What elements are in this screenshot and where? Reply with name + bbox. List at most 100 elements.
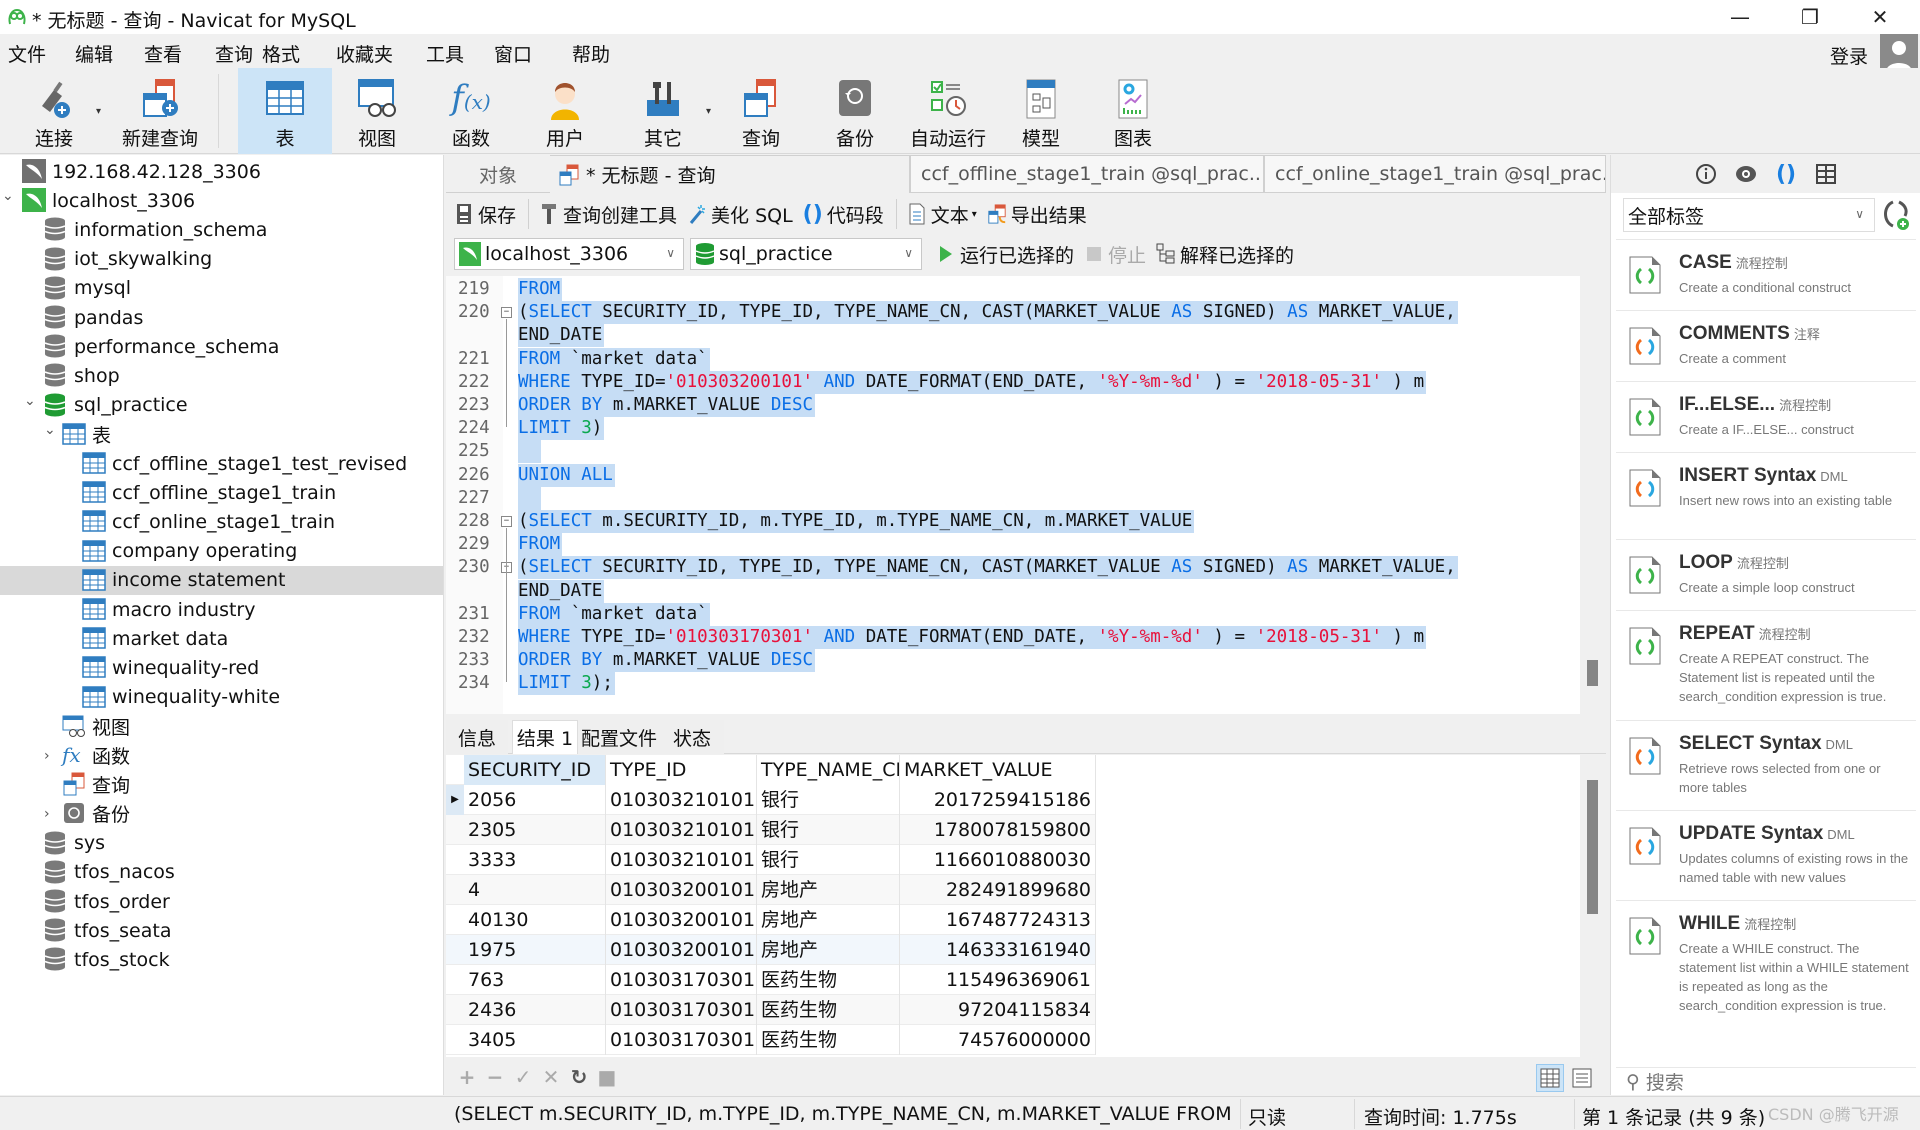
tree-item-tables-folder[interactable]: ⌄ 表 [0, 420, 443, 449]
refresh-button[interactable]: ↻ [566, 1064, 592, 1090]
snippet-item[interactable]: LOOP 流程控制 Create a simple loop construct [1616, 539, 1916, 610]
grid-cell[interactable]: 医药生物 [757, 1025, 900, 1055]
discard-changes-button[interactable]: ✕ [538, 1064, 564, 1090]
apply-changes-button[interactable]: ✓ [510, 1064, 536, 1090]
tree-item-database[interactable]: tfos_nacos [0, 858, 443, 887]
grid-cell[interactable]: 010303200101 [606, 935, 757, 965]
tree-item-database[interactable]: sys [0, 829, 443, 858]
snippet-item[interactable]: SELECT Syntax DML Retrieve rows selected f… [1616, 720, 1916, 810]
query-builder-button[interactable]: 查询创建工具 [539, 201, 677, 228]
tree-item-backups-folder[interactable]: › 备份 [0, 799, 443, 828]
fold-toggle-icon[interactable]: − [501, 307, 512, 319]
snippet-item[interactable]: REPEAT 流程控制 Create A REPEAT construct. The… [1616, 610, 1916, 720]
grid-cell[interactable]: 146333161940 [900, 935, 1096, 965]
connect-dropdown-icon[interactable]: ▾ [96, 106, 101, 117]
grid-scrollbar[interactable] [1580, 755, 1606, 1057]
other-button[interactable]: 其它 [618, 68, 708, 154]
model-button[interactable]: 模型 [996, 68, 1086, 154]
menu-window[interactable]: 窗口 [494, 40, 532, 67]
tree-item-database[interactable]: tfos_stock [0, 945, 443, 974]
grid-cell[interactable]: 010303170301 [606, 1025, 757, 1055]
export-results-button[interactable]: 导出结果 [987, 201, 1087, 228]
code-snippet-button[interactable]: () 代码段 [803, 201, 884, 228]
stop-fetch-button[interactable]: ■ [594, 1064, 620, 1090]
tree-item-table[interactable]: company operating [0, 537, 443, 566]
menu-query[interactable]: 查询 [215, 40, 253, 67]
tag-filter-select[interactable]: 全部标签 ∨ [1623, 198, 1875, 232]
menu-edit[interactable]: 编辑 [75, 40, 113, 67]
avatar[interactable] [1880, 34, 1918, 72]
grid-cell[interactable]: 银行 [757, 785, 900, 815]
grid-cell[interactable]: 115496369061 [900, 965, 1096, 995]
grid-cell[interactable]: 010303210101 [606, 785, 757, 815]
tab-result-1[interactable]: 结果 1 [512, 720, 578, 754]
grid-cell[interactable]: 2436 [464, 995, 606, 1025]
tree-item-database[interactable]: mysql [0, 274, 443, 303]
grid-cell[interactable]: 763 [464, 965, 606, 995]
stop-button[interactable]: 停止 [1084, 241, 1146, 268]
tab-untitled-query[interactable]: * 无标题 - 查询 [550, 155, 910, 193]
grid-cell[interactable]: 房地产 [757, 875, 900, 905]
run-selected-button[interactable]: 运行已选择的 [936, 241, 1074, 268]
grid-cell[interactable]: 银行 [757, 845, 900, 875]
tree-item-connection-gray[interactable]: 192.168.42.128_3306 [0, 157, 443, 186]
chevron-down-icon[interactable]: ⌄ [24, 393, 38, 409]
tree-item-database[interactable]: information_schema [0, 215, 443, 244]
grid-view-button[interactable] [1536, 1064, 1564, 1092]
tab-objects[interactable]: 对象 [446, 155, 550, 193]
database-select[interactable]: sql_practice ∨ [690, 238, 922, 270]
auto-run-button[interactable]: 自动运行 [900, 68, 996, 154]
menu-help[interactable]: 帮助 [572, 40, 610, 67]
tree-item-table[interactable]: winequality-red [0, 653, 443, 682]
table-row[interactable]: ▶ 2056 010303210101 银行 2017259415186 [446, 785, 1096, 815]
tab-info[interactable]: 信息 [446, 720, 508, 754]
add-snippet-button[interactable] [1881, 198, 1911, 232]
tree-item-database[interactable]: shop [0, 361, 443, 390]
table-row[interactable]: 1975 010303200101 房地产 146333161940 [446, 935, 1096, 965]
chevron-right-icon[interactable]: › [44, 806, 58, 822]
sql-editor[interactable]: 219 FROM 220− (SELECT SECURITY_ID, TYPE_ID,… [446, 276, 1580, 714]
grid-cell[interactable]: 2017259415186 [900, 785, 1096, 815]
view-button[interactable]: 视图 [332, 68, 422, 154]
tree-item-table[interactable]: ccf_offline_stage1_test_revised [0, 449, 443, 478]
minimize-button[interactable]: — [1710, 0, 1770, 34]
new-query-button[interactable]: 新建查询 [108, 68, 212, 154]
tree-item-database-open[interactable]: ⌄ sql_practice [0, 391, 443, 420]
scrollbar-thumb[interactable] [1587, 780, 1598, 914]
tree-item-table[interactable]: market data [0, 624, 443, 653]
snippet-item[interactable]: INSERT Syntax DML Insert new rows into an … [1616, 452, 1916, 539]
tree-item-table[interactable]: ccf_offline_stage1_train [0, 478, 443, 507]
grid-cell[interactable]: 2305 [464, 815, 606, 845]
column-header[interactable]: TYPE_ID [606, 755, 757, 785]
save-button[interactable]: 保存 [454, 201, 516, 228]
tab-ccf-offline-train[interactable]: ccf_offline_stage1_train @sql_prac... [910, 155, 1264, 193]
snippet-item[interactable]: COMMENTS 注释 Create a comment [1616, 310, 1916, 381]
tree-item-table[interactable]: ccf_online_stage1_train [0, 507, 443, 536]
grid-cell[interactable]: 010303170301 [606, 995, 757, 1025]
column-header[interactable]: SECURITY_ID [464, 755, 606, 785]
result-grid[interactable]: SECURITY_ID TYPE_ID TYPE_NAME_CN MARKET_VAL… [446, 755, 1580, 1057]
grid-cell[interactable]: 010303210101 [606, 815, 757, 845]
snippet-item[interactable]: IF...ELSE... 流程控制 Create a IF...ELSE... co… [1616, 381, 1916, 452]
grid-cell[interactable]: 282491899680 [900, 875, 1096, 905]
text-dropdown-icon[interactable]: ▾ [972, 209, 977, 220]
tree-item-database[interactable]: iot_skywalking [0, 245, 443, 274]
delete-record-button[interactable]: − [482, 1064, 508, 1090]
snippet-item[interactable]: WHILE 流程控制 Create a WHILE construct. The s… [1616, 900, 1916, 1030]
grid-cell[interactable]: 3333 [464, 845, 606, 875]
menu-tools[interactable]: 工具 [426, 40, 464, 67]
tree-item-table[interactable]: macro industry [0, 595, 443, 624]
grid-cell[interactable]: 1780078159800 [900, 815, 1096, 845]
grid-cell[interactable]: 010303200101 [606, 875, 757, 905]
snippet-item[interactable]: UPDATE Syntax DML Updates columns of exist… [1616, 810, 1916, 900]
editor-scrollbar[interactable] [1580, 276, 1606, 714]
other-dropdown-icon[interactable]: ▾ [706, 106, 711, 117]
scrollbar-thumb[interactable] [1587, 660, 1598, 686]
layout-grid-icon[interactable] [1813, 161, 1839, 187]
info-icon[interactable] [1693, 161, 1719, 187]
tree-item-table[interactable]: income statement [0, 565, 443, 595]
table-row[interactable]: 763 010303170301 医药生物 115496369061 [446, 965, 1096, 995]
connection-select[interactable]: localhost_3306 ∨ [454, 238, 684, 270]
grid-cell[interactable]: 1166010880030 [900, 845, 1096, 875]
tree-item-database[interactable]: pandas [0, 303, 443, 332]
